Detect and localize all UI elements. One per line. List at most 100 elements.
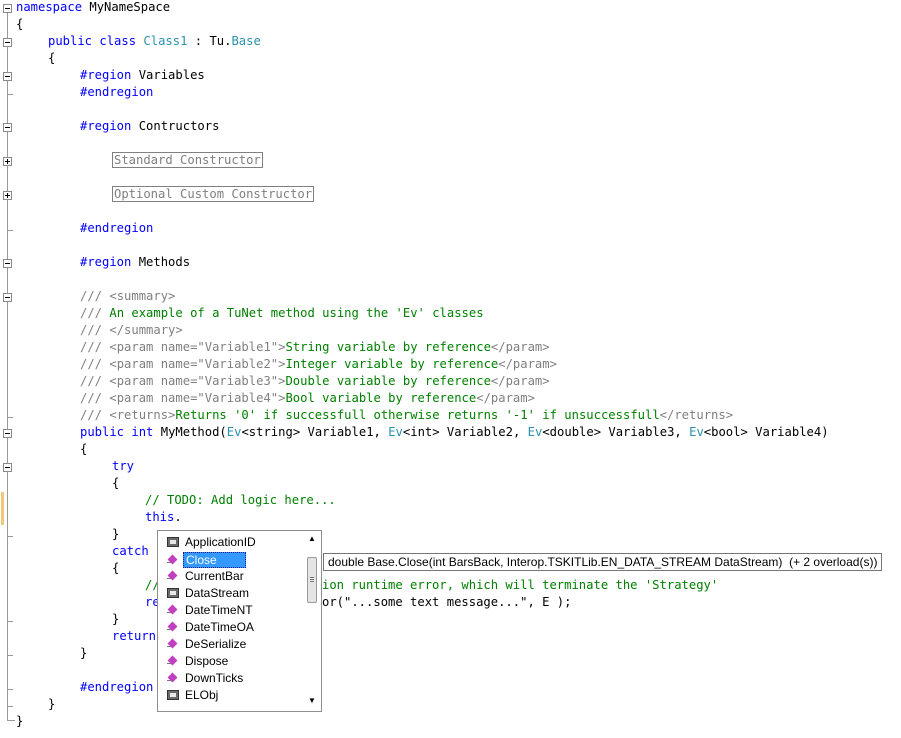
comment: Integer variable by reference [285,357,499,371]
code-line[interactable]: this. [145,509,182,526]
code-line[interactable]: } [112,611,119,628]
code-line[interactable]: } [112,526,119,543]
code-line[interactable]: { [80,441,87,458]
code-line[interactable]: } [48,696,55,713]
collapse-icon[interactable] [3,38,12,47]
completion-label: DateTimeNT [185,603,253,617]
code-line[interactable]: } [80,645,87,662]
completion-item[interactable]: CurrentBar [162,568,300,585]
code-line[interactable]: #region Contructors [80,118,219,135]
code-line[interactable]: /// <returns>Returns '0' if successfull … [80,407,733,424]
method-name: MyMethod( [153,425,227,439]
xml-doc: <param name="Variable2"> [102,357,286,371]
completion-label: Close [183,552,246,568]
completion-item-selected[interactable]: Close [162,552,300,569]
code-line[interactable]: { [112,560,119,577]
collapse-icon[interactable] [3,293,12,302]
code-line[interactable]: // TODO: Add logic here... [145,492,336,509]
property-icon [167,588,179,598]
outline-tick [7,94,13,95]
completion-label: Dispose [185,654,229,668]
generic-arg: <double> [542,425,602,439]
code-line[interactable]: #region Methods [80,254,190,271]
completion-item[interactable]: ApplicationID [162,534,300,551]
completion-item[interactable]: DateTimeNT [162,602,300,619]
code-line[interactable]: /// </summary> [80,322,183,339]
comment: ion runtime error, which will terminate … [322,578,719,592]
code-line[interactable]: { [48,50,55,67]
completion-item[interactable]: DateTimeOA [162,619,300,636]
identifier: Variable2, [439,425,528,439]
keyword: int [131,425,154,439]
collapse-icon[interactable] [3,429,12,438]
code-line[interactable]: public int MyMethod(Ev<string> Variable1… [80,424,829,441]
code-line[interactable]: try [112,458,134,475]
code-line[interactable]: public class Class1 : Tu.Base [48,33,261,50]
code-line[interactable]: #endregion [80,220,153,237]
outline-guide [7,10,8,720]
code-line[interactable]: catch [112,543,149,560]
code-line[interactable]: /// <summary> [80,288,175,305]
completion-item[interactable]: DataStream [162,585,300,602]
code-line[interactable]: return [112,628,156,645]
scrollbar-thumb[interactable] [307,557,317,603]
completion-item[interactable]: ELObj [162,687,300,704]
collapse-icon[interactable] [3,123,12,132]
code-line[interactable]: /// <param name="Variable3">Double varia… [80,373,550,390]
scroll-down-icon[interactable]: ▼ [305,695,319,707]
code-line[interactable]: Optional Custom Constructor [112,186,315,203]
collapsed-region[interactable]: Standard Constructor [112,152,263,168]
method-icon [167,639,179,649]
code-line[interactable]: /// An example of a TuNet method using t… [80,305,484,322]
outline-tick [7,230,13,231]
completion-label: CurrentBar [185,569,244,583]
code-line[interactable]: ion runtime error, which will terminate … [322,577,718,594]
xml-doc: /// [80,289,103,303]
code-line[interactable]: { [16,16,23,33]
grip-line [310,579,314,580]
identifier: : Tu. [187,34,232,48]
identifier: Variables [131,68,205,82]
code-line[interactable]: or("...some text message...", E ); [322,594,571,611]
xml-doc: /// [80,391,103,405]
collapse-icon[interactable] [3,463,12,472]
code-editor[interactable]: namespace MyNameSpace { public class Cla… [0,0,901,738]
collapsed-region[interactable]: Optional Custom Constructor [112,186,315,202]
expand-icon[interactable] [3,157,12,166]
completion-list[interactable]: ApplicationID Close CurrentBar DataStrea… [157,530,322,712]
comment: String variable by reference [285,340,491,354]
keyword: public [80,425,125,439]
code-line[interactable]: namespace MyNameSpace [16,0,170,16]
xml-doc: /// [80,408,103,422]
collapse-icon[interactable] [3,4,12,13]
brace: } [80,646,88,660]
completion-item[interactable]: Dispose [162,653,300,670]
collapse-icon[interactable] [3,259,12,268]
code-line[interactable]: Standard Constructor [112,152,263,169]
code-line[interactable]: /// <param name="Variable2">Integer vari… [80,356,557,373]
scroll-up-icon[interactable]: ▲ [305,533,319,545]
completion-label: ApplicationID [185,535,256,549]
code-line[interactable]: #endregion [80,679,153,696]
property-icon [167,690,179,700]
xml-doc: </param> [498,357,557,371]
keyword: this [145,510,175,524]
completion-label: DataStream [185,586,250,600]
code-line[interactable]: } [16,713,23,730]
completion-item[interactable]: DownTicks [162,670,300,687]
code-line[interactable]: { [112,475,119,492]
brace: { [48,51,56,65]
type-name: Ev [689,425,704,439]
code-line[interactable]: #endregion [80,84,153,101]
collapse-icon[interactable] [3,72,12,81]
outline-tick [7,536,13,537]
expand-icon[interactable] [3,191,12,200]
keyword: #region [80,68,132,82]
code-line[interactable]: /// <param name="Variable4">Bool variabl… [80,390,535,407]
completion-label: ELObj [185,688,219,702]
completion-item[interactable]: DeSerialize [162,636,300,653]
brace: { [16,17,24,31]
code-line[interactable]: #region Variables [80,67,205,84]
completion-scrollbar[interactable]: ▲ ▼ [305,533,319,709]
code-line[interactable]: /// <param name="Variable1">String varia… [80,339,550,356]
